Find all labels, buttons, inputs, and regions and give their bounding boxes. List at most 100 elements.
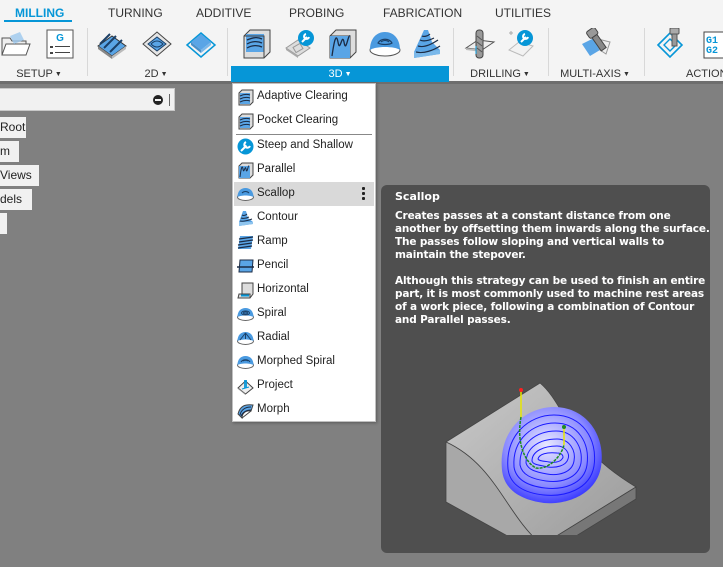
horizontal-icon: [237, 282, 254, 299]
3d-label: 3D: [328, 68, 343, 80]
2d-adaptive-icon[interactable]: [96, 28, 128, 60]
multi-axis-label: MULTI-AXIS: [560, 68, 621, 80]
browser-item-program[interactable]: m: [0, 141, 19, 162]
menu-item-pencil[interactable]: Pencil: [234, 254, 374, 278]
menu-item-project[interactable]: Project: [234, 374, 374, 398]
2d-label: 2D: [144, 68, 159, 80]
tab-utilities[interactable]: UTILITIES: [495, 6, 551, 20]
group-divider: [227, 28, 228, 76]
browser-search-input[interactable]: [0, 88, 175, 111]
contour-icon[interactable]: [410, 28, 442, 60]
menu-item-label: Morph: [257, 403, 290, 415]
post-process-icon[interactable]: G1 G2: [703, 28, 723, 60]
menu-item-parallel[interactable]: Parallel: [234, 158, 374, 182]
caret-down-icon: ▼: [344, 71, 352, 78]
clear-search-icon[interactable]: [153, 95, 163, 105]
menu-item-radial[interactable]: Radial: [234, 326, 374, 350]
browser-item-other[interactable]: [0, 213, 7, 234]
menu-item-label: Ramp: [257, 235, 288, 247]
contour-icon: [237, 210, 254, 227]
drilling-menu-button[interactable]: DRILLING ▼: [466, 66, 534, 82]
tooltip-title: Scallop: [395, 190, 440, 203]
pencil-icon: [237, 258, 254, 275]
hole-recognition-icon[interactable]: [505, 28, 537, 60]
browser-item-models[interactable]: dels: [0, 189, 32, 210]
pocket-clearing-icon: [237, 113, 254, 130]
caret-down-icon: ▼: [160, 71, 168, 78]
parallel-icon: [237, 162, 254, 179]
drilling-label: DRILLING: [470, 68, 521, 80]
adaptive-clearing-icon[interactable]: [240, 28, 272, 60]
adaptive-clearing-icon: [237, 89, 254, 106]
drill-icon[interactable]: [464, 28, 496, 60]
open-setup-icon[interactable]: [0, 28, 32, 60]
nc-program-icon[interactable]: G: [45, 28, 75, 60]
browser-item-root[interactable]: Root: [0, 117, 26, 138]
project-icon: [237, 378, 254, 395]
tab-milling[interactable]: MILLING: [15, 6, 64, 20]
menu-item-label: Scallop: [257, 187, 295, 199]
scallop-icon[interactable]: [369, 28, 401, 60]
menu-item-contour[interactable]: Contour: [234, 206, 374, 230]
tooltip-paragraph: Creates passes at a constant distance fr…: [395, 210, 710, 261]
menu-item-label: Horizontal: [257, 283, 309, 295]
caret-down-icon: ▼: [522, 71, 530, 78]
caret-down-icon: ▼: [54, 71, 62, 78]
group-divider: [548, 28, 549, 76]
svg-text:G2: G2: [706, 46, 718, 57]
steep-shallow-icon[interactable]: [284, 28, 316, 60]
radial-icon: [237, 330, 254, 347]
menu-item-morphed-spiral[interactable]: Morphed Spiral: [234, 350, 374, 374]
menu-item-label: Morphed Spiral: [257, 355, 335, 367]
menu-item-label: Radial: [257, 331, 290, 343]
multi-axis-menu-button[interactable]: MULTI-AXIS ▼: [560, 66, 630, 82]
scallop-icon: [237, 186, 254, 203]
scallop-tooltip: Scallop Creates passes at a constant dis…: [381, 185, 710, 553]
tab-turning[interactable]: TURNING: [108, 6, 163, 20]
menu-item-label: Parallel: [257, 163, 296, 175]
more-options-icon[interactable]: [362, 187, 365, 200]
simulate-icon[interactable]: [656, 27, 688, 60]
caret-down-icon: ▼: [622, 71, 630, 78]
setup-menu-button[interactable]: SETUP ▼: [10, 66, 68, 82]
active-tab-indicator: [4, 20, 72, 22]
tab-probing[interactable]: PROBING: [289, 6, 344, 20]
menu-item-spiral[interactable]: Spiral: [234, 302, 374, 326]
2d-pocket-icon[interactable]: [141, 28, 173, 60]
tooltip-paragraph: Although this strategy can be used to fi…: [395, 275, 706, 326]
morph-icon: [237, 402, 254, 420]
parallel-icon[interactable]: [326, 28, 358, 60]
browser-item-views[interactable]: Views: [0, 165, 39, 186]
menu-item-pocket-clearing[interactable]: Pocket Clearing: [234, 109, 374, 133]
toolbar-ribbon: G SETUP ▼ 2D ▼ 3D ▼ DRILLING ▼ MULTI-AXIS ▼: [0, 24, 723, 84]
workspace-tabs: MILLING TURNING ADDITIVE PROBING FABRICA…: [0, 0, 723, 24]
menu-item-label: Pocket Clearing: [257, 114, 339, 126]
multi-axis-icon[interactable]: [580, 27, 612, 60]
menu-item-scallop[interactable]: Scallop: [234, 182, 374, 206]
svg-text:G: G: [56, 33, 64, 44]
menu-item-horizontal[interactable]: Horizontal: [234, 278, 374, 302]
morphed-spiral-icon: [237, 354, 254, 371]
2d-menu-button[interactable]: 2D ▼: [136, 66, 176, 82]
menu-item-morph[interactable]: Morph: [234, 398, 374, 422]
menu-item-label: Spiral: [257, 307, 287, 319]
setup-label: SETUP: [16, 68, 53, 80]
face-icon[interactable]: [185, 28, 217, 60]
menu-item-label: Contour: [257, 211, 298, 223]
3d-menu-button[interactable]: 3D ▼: [231, 66, 449, 82]
text-cursor: [169, 94, 170, 106]
ramp-icon: [237, 234, 254, 251]
menu-item-label: Steep and Shallow: [257, 139, 353, 151]
tooltip-body: Creates passes at a constant distance fr…: [395, 210, 710, 340]
steep-shallow-icon: [237, 138, 254, 155]
menu-item-adaptive-clearing[interactable]: Adaptive Clearing: [234, 85, 374, 109]
group-divider: [644, 28, 645, 76]
tab-additive[interactable]: ADDITIVE: [196, 6, 251, 20]
menu-item-label: Adaptive Clearing: [257, 90, 348, 102]
group-divider: [453, 28, 454, 76]
menu-item-ramp[interactable]: Ramp: [234, 230, 374, 254]
tab-fabrication[interactable]: FABRICATION: [383, 6, 462, 20]
menu-item-label: Pencil: [257, 259, 289, 271]
menu-item-steep-and-shallow[interactable]: Steep and Shallow: [234, 134, 374, 158]
spiral-icon: [237, 306, 254, 323]
